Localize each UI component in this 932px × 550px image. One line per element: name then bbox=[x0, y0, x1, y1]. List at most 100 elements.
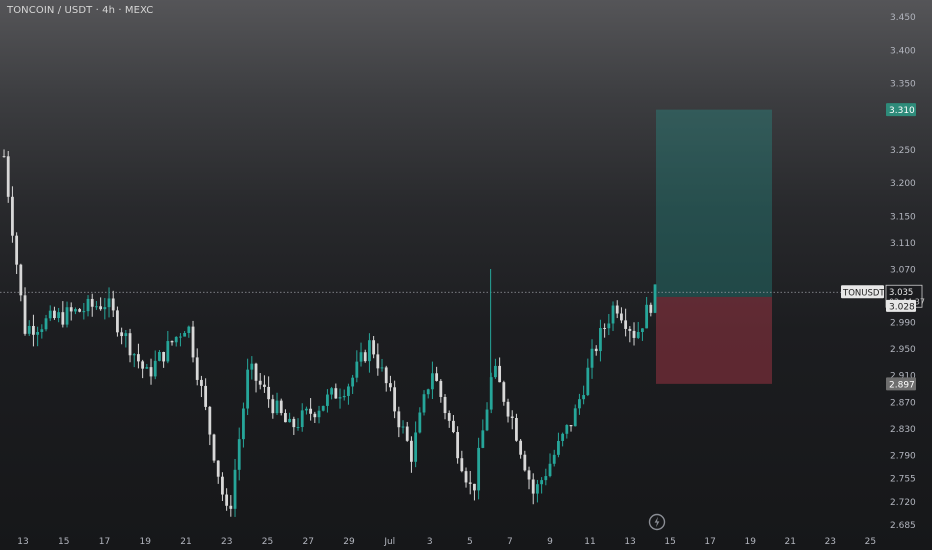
candle-body bbox=[162, 352, 166, 362]
x-tick-label: 27 bbox=[303, 537, 314, 547]
candle-body bbox=[279, 400, 283, 414]
candle-body bbox=[426, 389, 430, 395]
candle-body bbox=[628, 328, 632, 331]
candle-body bbox=[179, 336, 182, 338]
y-tick-label: 2.950 bbox=[890, 345, 916, 355]
candle-body bbox=[284, 413, 287, 423]
candle-body bbox=[422, 394, 426, 413]
candle-body bbox=[645, 304, 649, 329]
candle-body bbox=[368, 340, 371, 362]
candle-body bbox=[170, 341, 174, 343]
candle-body bbox=[250, 363, 254, 370]
candle-body bbox=[410, 440, 413, 462]
candle-body bbox=[254, 363, 258, 381]
y-tick-label: 2.790 bbox=[890, 451, 916, 461]
take-profit-label: 3.310 bbox=[889, 106, 915, 116]
chart-root[interactable]: 3.5503.5003.4503.4003.3503.3003.2503.200… bbox=[0, 0, 932, 550]
candle-body bbox=[473, 483, 476, 491]
speedometer-icon[interactable] bbox=[647, 512, 667, 532]
candle-body bbox=[191, 326, 195, 358]
x-tick-label: 13 bbox=[624, 537, 635, 547]
x-tick-label: 17 bbox=[99, 537, 110, 547]
candle-body bbox=[271, 399, 275, 414]
candle-body bbox=[351, 377, 355, 387]
candle-body bbox=[389, 383, 392, 388]
x-tick-label: 7 bbox=[507, 537, 513, 547]
candle-body bbox=[397, 411, 401, 428]
candle-body bbox=[380, 367, 384, 369]
x-tick-label: 5 bbox=[467, 537, 473, 547]
candle-body bbox=[74, 309, 77, 312]
candle-body bbox=[510, 416, 514, 419]
candle-body bbox=[452, 420, 455, 433]
candle-body bbox=[107, 298, 111, 308]
candle-body bbox=[330, 388, 334, 395]
candle-body bbox=[615, 305, 619, 314]
candle-body bbox=[431, 373, 434, 390]
candle-body bbox=[53, 310, 56, 319]
take-profit-zone[interactable] bbox=[656, 109, 772, 297]
candle-body bbox=[267, 386, 271, 400]
x-tick-label: 25 bbox=[262, 537, 273, 547]
candle-body bbox=[208, 406, 212, 435]
candle-body bbox=[573, 408, 577, 427]
x-tick-label: 13 bbox=[17, 537, 28, 547]
x-tick-label: Jul bbox=[383, 537, 395, 547]
candle-body bbox=[347, 386, 350, 396]
candle-body bbox=[653, 284, 657, 313]
candle-body bbox=[19, 264, 23, 296]
candle-body bbox=[401, 426, 405, 428]
candle-body bbox=[111, 298, 115, 311]
chart-title: TONCOIN / USDT · 4h · MEXC bbox=[7, 5, 154, 16]
candle-body bbox=[494, 365, 497, 378]
y-tick-label: 2.870 bbox=[890, 398, 916, 408]
y-tick-label: 3.450 bbox=[890, 13, 916, 23]
candle-body bbox=[641, 328, 644, 333]
candle-body bbox=[242, 408, 245, 440]
candle-body bbox=[237, 439, 241, 470]
candle-body bbox=[405, 426, 409, 441]
x-tick-label: 15 bbox=[664, 537, 675, 547]
candle-body bbox=[536, 484, 539, 494]
candle-body bbox=[414, 432, 418, 462]
candle-body bbox=[187, 326, 191, 333]
y-tick-label: 3.200 bbox=[890, 179, 916, 189]
candle-body bbox=[103, 307, 107, 310]
candle-body bbox=[57, 312, 61, 319]
candle-body bbox=[468, 482, 472, 484]
candle-body bbox=[359, 352, 363, 362]
candle-body bbox=[296, 427, 300, 429]
candle-body bbox=[137, 354, 140, 362]
candle-body bbox=[86, 298, 90, 312]
y-tick-label: 3.350 bbox=[890, 80, 916, 90]
y-tick-label: 3.250 bbox=[890, 146, 916, 156]
candle-body bbox=[636, 332, 640, 338]
candle-body bbox=[153, 360, 157, 377]
candle-body bbox=[233, 469, 237, 509]
candle-body bbox=[225, 494, 229, 506]
candle-body bbox=[334, 388, 338, 399]
candle-body bbox=[418, 412, 422, 433]
candle-body bbox=[372, 340, 376, 355]
candle-body bbox=[603, 327, 607, 329]
candle-body bbox=[292, 418, 296, 428]
candle-body bbox=[548, 463, 552, 477]
candle-body bbox=[61, 312, 65, 325]
stop-loss-zone[interactable] bbox=[656, 296, 772, 384]
candle-body bbox=[607, 323, 611, 329]
candle-body bbox=[40, 329, 44, 333]
candle-body bbox=[200, 379, 203, 386]
candle-body bbox=[582, 395, 586, 400]
candle-body bbox=[502, 382, 506, 402]
y-tick-label: 3.070 bbox=[890, 266, 916, 276]
candle-body bbox=[363, 352, 367, 362]
candle-body bbox=[65, 307, 69, 325]
candle-body bbox=[317, 410, 321, 418]
y-tick-label: 2.685 bbox=[890, 521, 916, 531]
candle-body bbox=[599, 327, 602, 352]
price-chart[interactable]: 3.5503.5003.4503.4003.3503.3003.2503.200… bbox=[0, 0, 932, 550]
y-tick-label: 2.755 bbox=[890, 475, 916, 485]
y-tick-label: 3.110 bbox=[890, 239, 916, 249]
candle-body bbox=[195, 357, 199, 380]
candle-body bbox=[540, 480, 544, 485]
